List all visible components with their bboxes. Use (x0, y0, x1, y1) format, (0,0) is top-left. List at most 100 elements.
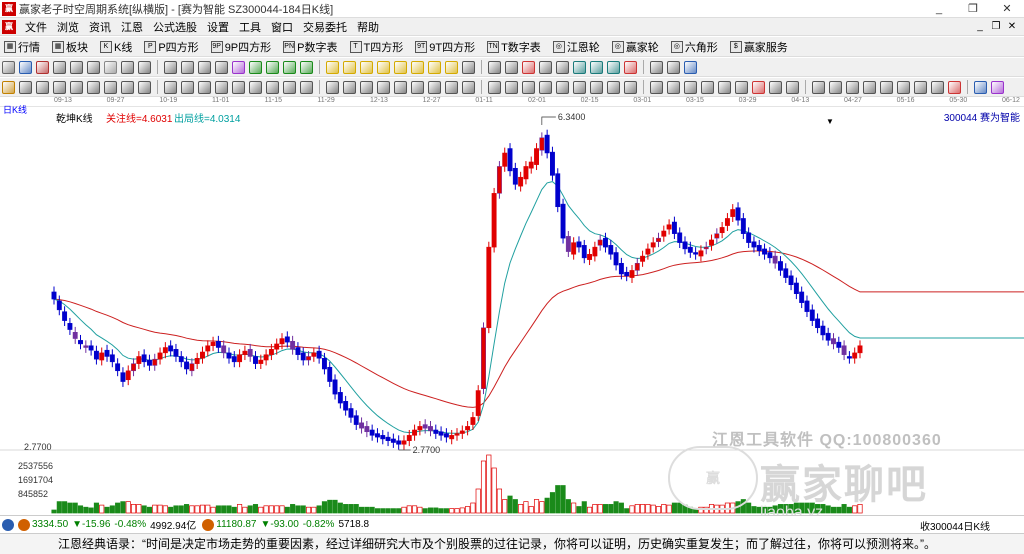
menu-window[interactable]: 窗口 (266, 19, 298, 35)
analysis-tool-icon[interactable] (556, 80, 569, 94)
analysis-tool-icon[interactable] (931, 80, 944, 94)
drawing-tool-icon[interactable] (266, 60, 279, 74)
analysis-tool-icon[interactable] (880, 80, 893, 94)
drawing-tool-icon[interactable] (283, 60, 296, 74)
analysis-tool-icon[interactable] (428, 80, 441, 94)
analysis-tool-icon[interactable] (991, 80, 1004, 94)
drawing-tool-icon[interactable] (87, 60, 100, 74)
analysis-tool-icon[interactable] (343, 80, 356, 94)
analysis-tool-icon[interactable] (70, 80, 83, 94)
analysis-tool-icon[interactable] (462, 80, 475, 94)
analysis-tool-icon[interactable] (19, 80, 32, 94)
analysis-tool-icon[interactable] (377, 80, 390, 94)
analysis-tool-icon[interactable] (121, 80, 134, 94)
drawing-tool-icon[interactable] (556, 60, 569, 74)
drawing-tool-icon[interactable] (360, 60, 373, 74)
analysis-tool-icon[interactable] (786, 80, 799, 94)
analysis-tool-icon[interactable] (138, 80, 151, 94)
drawing-tool-icon[interactable] (232, 60, 245, 74)
minimize-button[interactable]: _ (922, 0, 956, 18)
toolbar-winner-wheel[interactable]: ◎ 赢家轮 (608, 39, 659, 55)
menu-file[interactable]: 文件 (20, 19, 52, 35)
drawing-tool-icon[interactable] (522, 60, 535, 74)
analysis-tool-icon[interactable] (829, 80, 842, 94)
drawing-tool-icon[interactable] (104, 60, 117, 74)
analysis-tool-icon[interactable] (53, 80, 66, 94)
mdi-restore-button[interactable]: ❐ (988, 18, 1004, 36)
drawing-tool-icon[interactable] (650, 60, 663, 74)
analysis-tool-icon[interactable] (846, 80, 859, 94)
analysis-tool-icon[interactable] (488, 80, 501, 94)
drawing-tool-icon[interactable] (2, 60, 15, 74)
chart-area[interactable]: 6.3400 2.7700 2.7700 2537556 1691704 845852 日… (0, 105, 1024, 521)
toolbar-p-square[interactable]: P P四方形 (140, 39, 199, 55)
analysis-tool-icon[interactable] (607, 80, 620, 94)
drawing-tool-icon[interactable] (539, 60, 552, 74)
analysis-tool-icon[interactable] (87, 80, 100, 94)
toolbar-service[interactable]: $ 赢家服务 (726, 39, 788, 55)
analysis-tool-icon[interactable] (411, 80, 424, 94)
drawing-tool-icon[interactable] (249, 60, 262, 74)
drawing-tool-icon[interactable] (19, 60, 32, 74)
analysis-tool-icon[interactable] (573, 80, 586, 94)
drawing-tool-icon[interactable] (445, 60, 458, 74)
analysis-tool-icon[interactable] (164, 80, 177, 94)
toolbar-p-digit[interactable]: PN P数字表 (279, 39, 338, 55)
drawing-tool-icon[interactable] (411, 60, 424, 74)
drawing-tool-icon[interactable] (428, 60, 441, 74)
menu-help[interactable]: 帮助 (352, 19, 384, 35)
analysis-tool-icon[interactable] (326, 80, 339, 94)
analysis-tool-icon[interactable] (181, 80, 194, 94)
analysis-tool-icon[interactable] (249, 80, 262, 94)
menu-news[interactable]: 资讯 (84, 19, 116, 35)
drawing-tool-icon[interactable] (121, 60, 134, 74)
analysis-tool-icon[interactable] (36, 80, 49, 94)
analysis-tool-icon[interactable] (505, 80, 518, 94)
drawing-tool-icon[interactable] (53, 60, 66, 74)
analysis-tool-icon[interactable] (445, 80, 458, 94)
analysis-tool-icon[interactable] (914, 80, 927, 94)
analysis-tool-icon[interactable] (300, 80, 313, 94)
analysis-tool-icon[interactable] (701, 80, 714, 94)
toolbar-gann-wheel[interactable]: ◎ 江恩轮 (549, 39, 600, 55)
menu-settings[interactable]: 设置 (202, 19, 234, 35)
analysis-tool-icon[interactable] (283, 80, 296, 94)
menu-gann[interactable]: 江恩 (116, 19, 148, 35)
drawing-tool-icon[interactable] (590, 60, 603, 74)
toolbar-hexagon[interactable]: ◎ 六角形 (667, 39, 718, 55)
restore-button[interactable]: ❐ (956, 0, 990, 18)
drawing-tool-icon[interactable] (488, 60, 501, 74)
menu-formula-select[interactable]: 公式选股 (148, 19, 202, 35)
drawing-tool-icon[interactable] (215, 60, 228, 74)
analysis-tool-icon[interactable] (667, 80, 680, 94)
analysis-tool-icon[interactable] (812, 80, 825, 94)
analysis-tool-icon[interactable] (539, 80, 552, 94)
toolbar-quotes[interactable]: ▦ 行情 (0, 39, 40, 55)
analysis-tool-icon[interactable] (769, 80, 782, 94)
analysis-tool-icon[interactable] (266, 80, 279, 94)
analysis-tool-icon[interactable] (360, 80, 373, 94)
analysis-tool-icon[interactable] (232, 80, 245, 94)
analysis-tool-icon[interactable] (394, 80, 407, 94)
analysis-tool-icon[interactable] (974, 80, 987, 94)
drawing-tool-icon[interactable] (300, 60, 313, 74)
toolbar-t-digit[interactable]: TN T数字表 (483, 39, 541, 55)
analysis-tool-icon[interactable] (215, 80, 228, 94)
analysis-tool-icon[interactable] (718, 80, 731, 94)
drawing-tool-icon[interactable] (181, 60, 194, 74)
toolbar-9t-square[interactable]: 9T 9T四方形 (411, 39, 475, 55)
toolbar-kline[interactable]: K K线 (96, 39, 132, 55)
analysis-tool-icon[interactable] (735, 80, 748, 94)
analysis-tool-icon[interactable] (624, 80, 637, 94)
analysis-tool-icon[interactable] (752, 80, 765, 94)
analysis-tool-icon[interactable] (104, 80, 117, 94)
drawing-tool-icon[interactable] (684, 60, 697, 74)
menu-browse[interactable]: 浏览 (52, 19, 84, 35)
drawing-tool-icon[interactable] (198, 60, 211, 74)
drawing-tool-icon[interactable] (462, 60, 475, 74)
drawing-tool-icon[interactable] (164, 60, 177, 74)
analysis-tool-icon[interactable] (650, 80, 663, 94)
analysis-tool-icon[interactable] (684, 80, 697, 94)
analysis-tool-icon[interactable] (897, 80, 910, 94)
drawing-tool-icon[interactable] (138, 60, 151, 74)
